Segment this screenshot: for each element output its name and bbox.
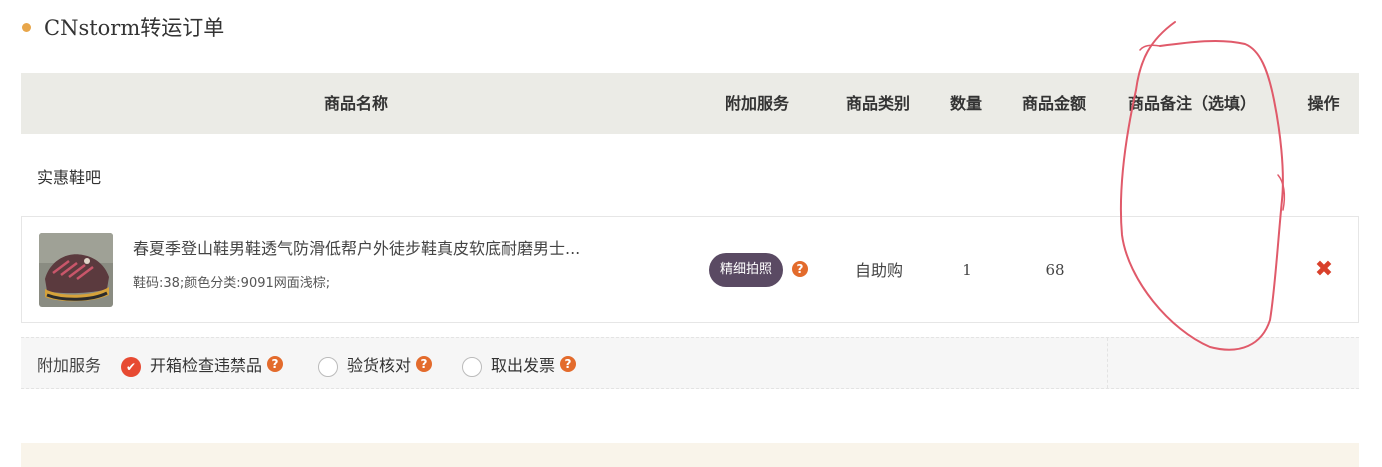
help-icon[interactable]: ? — [416, 356, 433, 372]
section-title-text: CNstorm转运订单 — [44, 16, 225, 40]
radio-checked-icon[interactable]: ✔ — [121, 356, 141, 377]
item-title-link[interactable]: 春夏季登山鞋男鞋透气防滑低帮户外徒步鞋真皮软底耐磨男士... — [133, 235, 653, 259]
shop-name[interactable]: 实惠鞋吧 — [37, 164, 101, 188]
section-title: CNstorm转运订单 — [22, 12, 224, 42]
header-remark: 商品备注（选填） — [1127, 94, 1256, 113]
header-category: 商品类别 — [845, 94, 910, 113]
delete-icon[interactable]: ✖ — [1313, 259, 1335, 281]
order-item-row: 春夏季登山鞋男鞋透气防滑低帮户外徒步鞋真皮软底耐磨男士... 鞋码:38;颜色分… — [21, 216, 1359, 323]
photo-service-badge[interactable]: 精细拍照 — [709, 253, 784, 287]
addon-label: 附加服务 — [37, 356, 102, 375]
addon-services-row: 附加服务 ✔ 开箱检查违禁品 ? 验货核对 ? 取出发票 ? — [21, 337, 1359, 389]
summary-bar — [21, 443, 1359, 467]
header-extra-service: 附加服务 — [724, 94, 789, 113]
radio-unchecked-icon[interactable] — [318, 356, 338, 377]
help-icon[interactable]: ? — [267, 356, 284, 372]
item-amount: 68 — [1045, 261, 1065, 279]
help-icon[interactable]: ? — [560, 356, 577, 372]
addon-option-label: 取出发票 — [491, 356, 556, 375]
addon-option-label: 开箱检查违禁品 — [150, 356, 263, 375]
table-header: 商品名称 附加服务 商品类别 数量 商品金额 商品备注（选填） 操作 — [21, 73, 1359, 134]
header-action: 操作 — [1307, 94, 1340, 113]
addon-option-label: 验货核对 — [347, 356, 412, 375]
header-product-name: 商品名称 — [323, 94, 388, 113]
addon-option-remove-invoice[interactable]: 取出发票 ? — [462, 352, 577, 377]
shoe-thumbnail-icon[interactable] — [39, 233, 113, 307]
addon-option-verify-goods[interactable]: 验货核对 ? — [318, 352, 433, 377]
addon-option-open-inspect[interactable]: ✔ 开箱检查违禁品 ? — [121, 352, 284, 377]
item-remark-field[interactable] — [1118, 217, 1268, 324]
header-amount: 商品金额 — [1021, 94, 1086, 113]
addon-divider — [1107, 338, 1108, 388]
item-category: 自助购 — [854, 261, 903, 280]
radio-unchecked-icon[interactable] — [462, 356, 482, 377]
bullet-dot-icon — [22, 22, 31, 32]
service-help-icon[interactable]: ? — [792, 261, 808, 277]
item-spec: 鞋码:38;颜色分类:9091网面浅棕; — [133, 276, 331, 291]
